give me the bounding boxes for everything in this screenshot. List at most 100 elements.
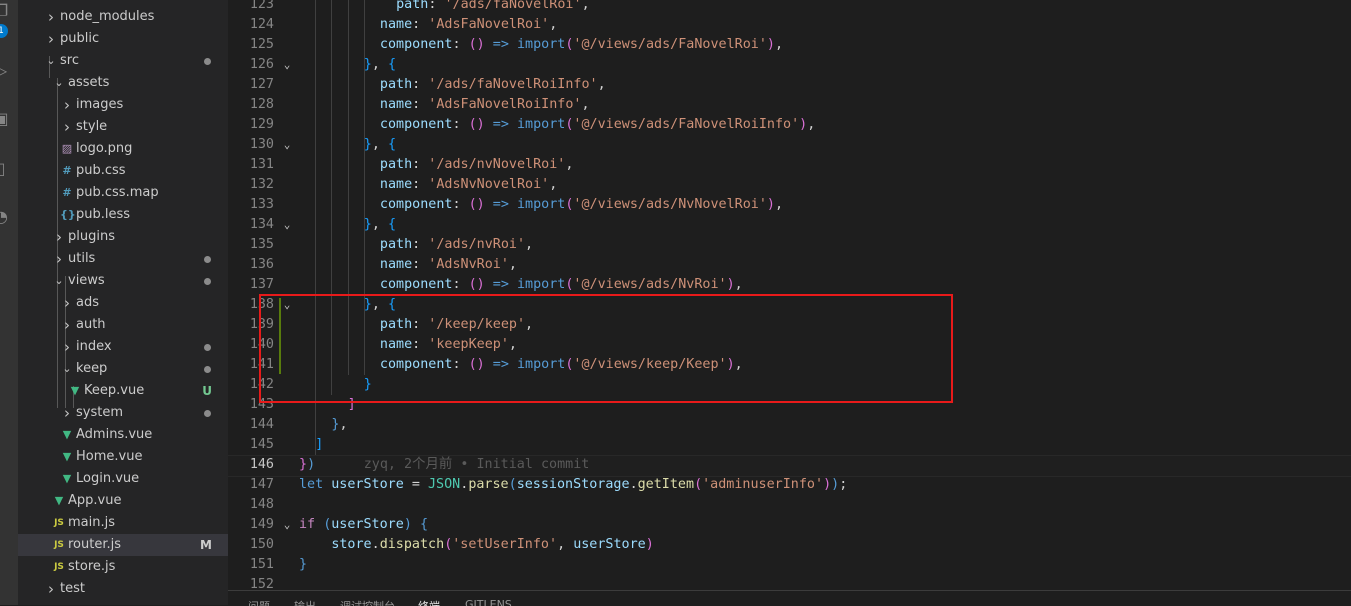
- folder-test[interactable]: › test: [18, 578, 228, 600]
- code-line[interactable]: 146}) zyq, 2个月前 • Initial commit: [228, 455, 1351, 475]
- vue-file-icon: ▼: [70, 384, 80, 397]
- folder-node-modules[interactable]: › node_modules: [18, 6, 228, 28]
- file-pub-css[interactable]: # pub.css: [18, 160, 228, 182]
- files-icon[interactable]: ❐: [0, 2, 10, 20]
- chevron-down-icon: ⌄: [62, 362, 72, 375]
- code-text: if (userStore) {: [299, 517, 428, 532]
- code-line[interactable]: 137 component: () => import('@/views/ads…: [228, 275, 1351, 295]
- code-line[interactable]: 134 ⌄}, {: [228, 215, 1351, 235]
- fold-chevron-icon[interactable]: ⌄: [280, 55, 294, 75]
- git-status-decoration: U: [202, 384, 212, 398]
- run-debug-icon[interactable]: ▷: [0, 62, 10, 80]
- file-store-js[interactable]: JS store.js: [18, 556, 228, 578]
- code-text: path: '/ads/nvRoi',: [379, 237, 534, 252]
- fold-chevron-icon[interactable]: ⌄: [280, 215, 294, 235]
- folder-utils[interactable]: › utils: [18, 248, 228, 270]
- code-text: path: '/ads/nvNovelRoi',: [379, 157, 574, 172]
- chevron-right-icon: ›: [48, 580, 54, 598]
- file-home-vue[interactable]: ▼ Home.vue: [18, 446, 228, 468]
- code-line[interactable]: 148: [228, 495, 1351, 515]
- code-text: }, {: [363, 137, 397, 152]
- file-router-js[interactable]: JS router.js M: [18, 534, 228, 556]
- file-logo-png[interactable]: ▨ logo.png: [18, 138, 228, 160]
- line-number: 151: [249, 557, 274, 572]
- tree-item-label: test: [60, 581, 85, 596]
- chevron-right-icon: ›: [64, 338, 70, 356]
- code-line[interactable]: 128 name: 'AdsFaNovelRoiInfo',: [228, 95, 1351, 115]
- folder-system[interactable]: › system: [18, 402, 228, 424]
- tree-item-label: utils: [68, 251, 96, 266]
- folder-ads[interactable]: › ads: [18, 292, 228, 314]
- chevron-right-icon: ›: [64, 316, 70, 334]
- timeline-icon[interactable]: ◔: [0, 208, 10, 226]
- folder-plugins[interactable]: › plugins: [18, 226, 228, 248]
- code-text: path: '/ads/faNovelRoi',: [396, 0, 590, 12]
- folder-auth[interactable]: › auth: [18, 314, 228, 336]
- annotation-highlight-box: [259, 294, 953, 403]
- code-text: }, {: [363, 57, 397, 72]
- code-line[interactable]: 135 path: '/ads/nvRoi',: [228, 235, 1351, 255]
- code-line[interactable]: 144},: [228, 415, 1351, 435]
- folder-public[interactable]: › public: [18, 28, 228, 50]
- tree-item-label: node_modules: [60, 9, 155, 24]
- file-main-js[interactable]: JS main.js: [18, 512, 228, 534]
- vue-file-icon: ▼: [62, 450, 72, 463]
- javascript-file-icon: JS: [54, 540, 64, 550]
- folder-index[interactable]: › index: [18, 336, 228, 358]
- code-line[interactable]: 125 component: () => import('@/views/ads…: [228, 35, 1351, 55]
- line-number: 149: [249, 517, 274, 532]
- file-pub-css-map[interactable]: # pub.css.map: [18, 182, 228, 204]
- code-line[interactable]: 145]: [228, 435, 1351, 455]
- code-line[interactable]: 130 ⌄}, {: [228, 135, 1351, 155]
- code-line[interactable]: 123 path: '/ads/faNovelRoi',: [228, 0, 1351, 15]
- code-text: path: '/ads/faNovelRoiInfo',: [379, 77, 606, 92]
- folder-images[interactable]: › images: [18, 94, 228, 116]
- folder-assets[interactable]: ⌄ assets: [18, 72, 228, 94]
- remote-explorer-icon[interactable]: ▯: [0, 160, 10, 178]
- fold-chevron-icon[interactable]: ⌄: [280, 515, 294, 535]
- source-control-badge: 1: [0, 24, 8, 38]
- file-login-vue[interactable]: ▼ Login.vue: [18, 468, 228, 490]
- tree-item-label: Home.vue: [76, 449, 143, 464]
- code-line[interactable]: 126 ⌄ }, {: [228, 55, 1351, 75]
- code-line[interactable]: 149 ⌄ if (userStore) {: [228, 515, 1351, 535]
- code-line[interactable]: 127 path: '/ads/faNovelRoiInfo',: [228, 75, 1351, 95]
- code-line[interactable]: 136 name: 'AdsNvRoi',: [228, 255, 1351, 275]
- code-line[interactable]: 151}: [228, 555, 1351, 575]
- file-keep-vue[interactable]: ▼ Keep.vue U: [18, 380, 228, 402]
- code-line[interactable]: 132 name: 'AdsNvNovelRoi',: [228, 175, 1351, 195]
- code-line[interactable]: 129 component: () => import('@/views/ads…: [228, 115, 1351, 135]
- line-number: 145: [249, 437, 274, 452]
- file-pub-less[interactable]: {} pub.less: [18, 204, 228, 226]
- line-number: 126: [249, 57, 274, 72]
- image-file-icon: ▨: [61, 142, 73, 155]
- code-line[interactable]: 124 name: 'AdsFaNovelRoi',: [228, 15, 1351, 35]
- code-line[interactable]: 133 component: () => import('@/views/ads…: [228, 195, 1351, 215]
- folder-keep[interactable]: ⌄ keep: [18, 358, 228, 380]
- tree-item-label: pub.less: [76, 207, 131, 222]
- vue-file-icon: ▼: [54, 494, 64, 507]
- chevron-right-icon: ›: [64, 294, 70, 312]
- css-file-icon: #: [62, 164, 72, 177]
- fold-chevron-icon[interactable]: ⌄: [280, 135, 294, 155]
- folder-style[interactable]: › style: [18, 116, 228, 138]
- folder-views[interactable]: ⌄ views: [18, 270, 228, 292]
- folder-src[interactable]: ⌄ src: [18, 50, 228, 72]
- tree-item-label: src: [60, 53, 79, 68]
- code-line[interactable]: 147 let userStore = JSON.parse(sessionSto…: [228, 475, 1351, 495]
- extensions-icon[interactable]: ▣: [0, 110, 10, 128]
- tree-item-label: index: [76, 339, 112, 354]
- code-text: name: 'AdsNvRoi',: [379, 257, 517, 272]
- code-line[interactable]: 150 store.dispatch('setUserInfo', userSt…: [228, 535, 1351, 555]
- file-app-vue[interactable]: ▼ App.vue: [18, 490, 228, 512]
- tree-item-label: images: [76, 97, 124, 112]
- vue-file-icon: ▼: [62, 428, 72, 441]
- line-number: 128: [249, 97, 274, 112]
- code-line[interactable]: 131 path: '/ads/nvNovelRoi',: [228, 155, 1351, 175]
- chevron-down-icon: ⌄: [54, 274, 64, 287]
- code-text: }: [299, 557, 308, 572]
- file-admins-vue[interactable]: ▼ Admins.vue: [18, 424, 228, 446]
- tree-item-label: logo.png: [76, 141, 133, 156]
- line-number: 127: [249, 77, 274, 92]
- tree-item-label: style: [76, 119, 108, 134]
